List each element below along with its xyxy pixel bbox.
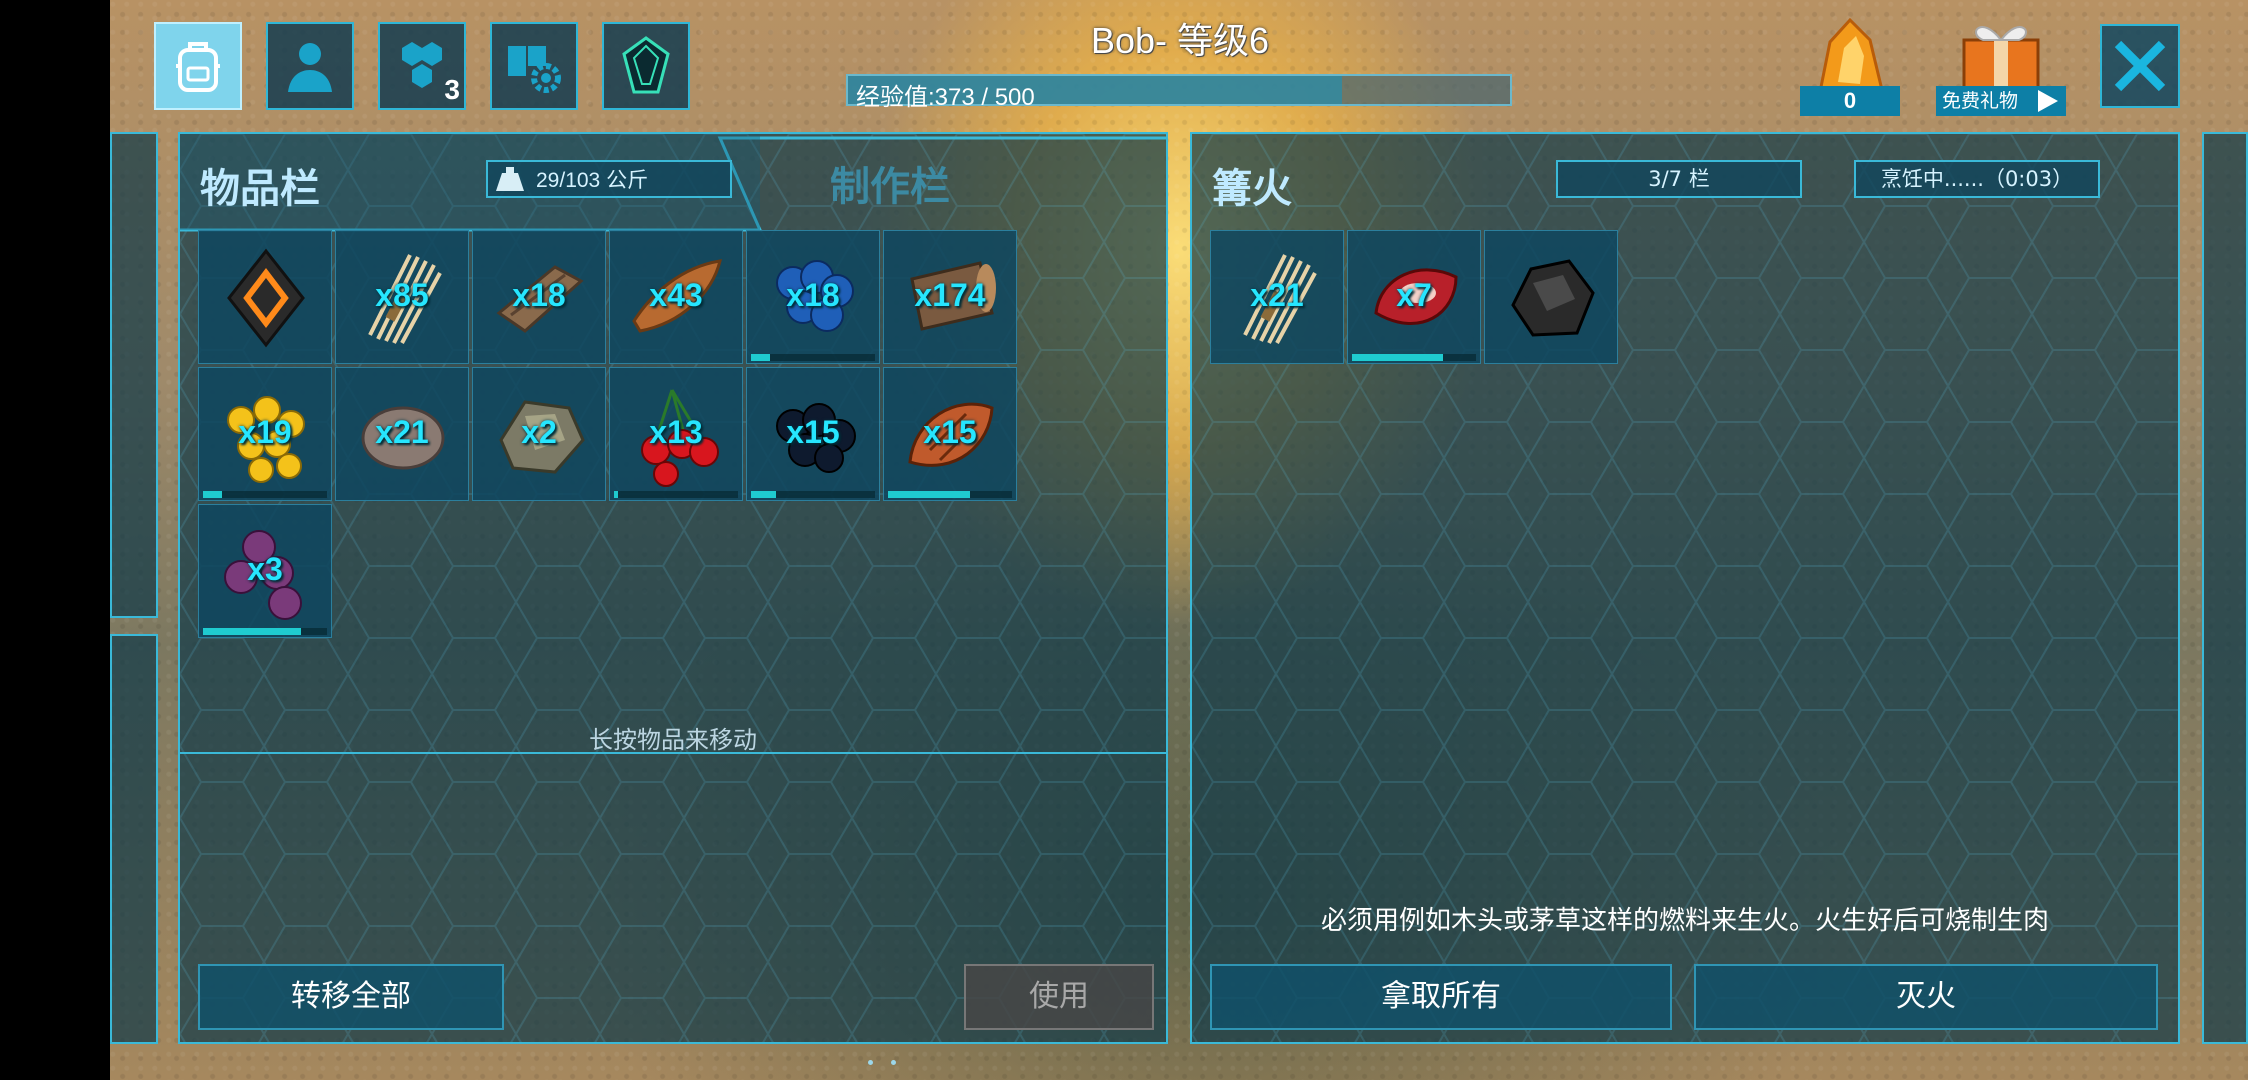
weight-icon: [496, 167, 524, 191]
item-slot[interactable]: x85: [335, 230, 469, 364]
spoil-timer-bar: [888, 491, 970, 498]
book-gear-icon: [508, 46, 561, 93]
item-slot[interactable]: x15: [746, 367, 880, 501]
item-quantity: x18: [512, 277, 566, 313]
spoil-timer-bar: [203, 491, 222, 498]
free-gift-button[interactable]: 免费礼物: [1936, 86, 2066, 116]
item-slot[interactable]: [1484, 230, 1618, 364]
spoil-timer-bar: [614, 491, 618, 498]
item-quantity: x43: [649, 277, 703, 313]
inventory-panel: 物品栏 制作栏 29/103 公斤 x85 x18 x43 x18 x174 x19 x21…: [178, 132, 1168, 1044]
item-slot[interactable]: x13: [609, 367, 743, 501]
item-slot[interactable]: x3: [198, 504, 332, 638]
item-quantity: x21: [1250, 277, 1304, 313]
item-slot[interactable]: x43: [609, 230, 743, 364]
item-quantity: x13: [649, 414, 703, 450]
implant-icon: [227, 248, 305, 348]
use-button[interactable]: 使用: [964, 964, 1154, 1030]
spoil-timer-bar: [751, 354, 770, 361]
extinguish-button[interactable]: 灭火: [1694, 964, 2158, 1030]
item-quantity: x174: [914, 277, 986, 313]
spoil-timer-bar: [751, 491, 777, 498]
left-side-strip-lower: [110, 634, 158, 1044]
left-side-strip: [110, 132, 158, 618]
person-icon: [288, 43, 332, 92]
inventory-title: 物品栏: [200, 166, 320, 212]
item-quantity: x2: [521, 414, 557, 450]
item-slot[interactable]: x15: [883, 367, 1017, 501]
item-quantity: x21: [375, 414, 429, 450]
item-quantity: x15: [923, 414, 977, 450]
spoil-timer-track: [614, 491, 738, 498]
item-slot[interactable]: [198, 230, 332, 364]
campfire-title: 篝火: [1212, 166, 1292, 212]
weight-value: 29/103 公斤: [536, 169, 649, 192]
xp-label: 经验值:373 / 500: [856, 84, 1035, 111]
weight-indicator: 29/103 公斤: [486, 160, 732, 198]
item-slot[interactable]: x2: [472, 367, 606, 501]
cooking-status: 烹饪中......（0:03）: [1854, 160, 2100, 198]
item-slot[interactable]: x174: [883, 230, 1017, 364]
item-slot[interactable]: x18: [746, 230, 880, 364]
free-gift-label: 免费礼物: [1942, 90, 2019, 112]
transfer-all-button[interactable]: 转移全部: [198, 964, 504, 1030]
tab-settings[interactable]: [490, 22, 578, 110]
item-quantity: x18: [786, 277, 840, 313]
page-dots: [868, 1050, 914, 1069]
crystal-icon: [622, 36, 670, 94]
item-quantity: x3: [247, 551, 283, 587]
play-icon: [2038, 90, 2058, 112]
panel-divider: [180, 752, 1166, 754]
spoil-timer-bar: [1352, 354, 1443, 361]
item-quantity: x7: [1396, 277, 1432, 313]
amber-count: 0: [1800, 86, 1900, 116]
campfire-slot-count: 3/7 栏: [1556, 160, 1802, 198]
campfire-panel: 篝火 3/7 栏 烹饪中......（0:03） x21 x7 必须用例如木头或茅…: [1190, 132, 2180, 1044]
item-slot[interactable]: x21: [335, 367, 469, 501]
engram-points-badge: 3: [444, 74, 460, 105]
player-name-level: Bob- 等级6: [1090, 20, 1270, 61]
item-slot[interactable]: x7: [1347, 230, 1481, 364]
tab-tribe[interactable]: [602, 22, 690, 110]
close-icon: [2114, 40, 2166, 92]
take-all-button[interactable]: 拿取所有: [1210, 964, 1672, 1030]
xp-progress-bar: 经验值:373 / 500: [846, 74, 1512, 111]
fuel-instruction: 必须用例如木头或茅草这样的燃料来生火。火生好后可烧制生肉: [1320, 906, 2049, 936]
right-side-strip: [2202, 132, 2248, 1044]
charcoal-icon: [1511, 259, 1595, 337]
tab-character[interactable]: [266, 22, 354, 110]
tab-crafting[interactable]: 制作栏: [830, 154, 950, 212]
item-slot[interactable]: x18: [472, 230, 606, 364]
tab-engrams[interactable]: 3: [378, 22, 466, 110]
item-slot[interactable]: x19: [198, 367, 332, 501]
item-quantity: x85: [375, 277, 429, 313]
close-button[interactable]: [2100, 24, 2180, 108]
move-hint: 长按物品来移动: [589, 726, 757, 754]
item-quantity: x19: [238, 414, 292, 450]
item-slot[interactable]: x21: [1210, 230, 1344, 364]
item-quantity: x15: [786, 414, 840, 450]
backpack-icon: [176, 42, 220, 92]
tab-inventory[interactable]: [154, 22, 242, 110]
spoil-timer-bar: [203, 628, 302, 635]
